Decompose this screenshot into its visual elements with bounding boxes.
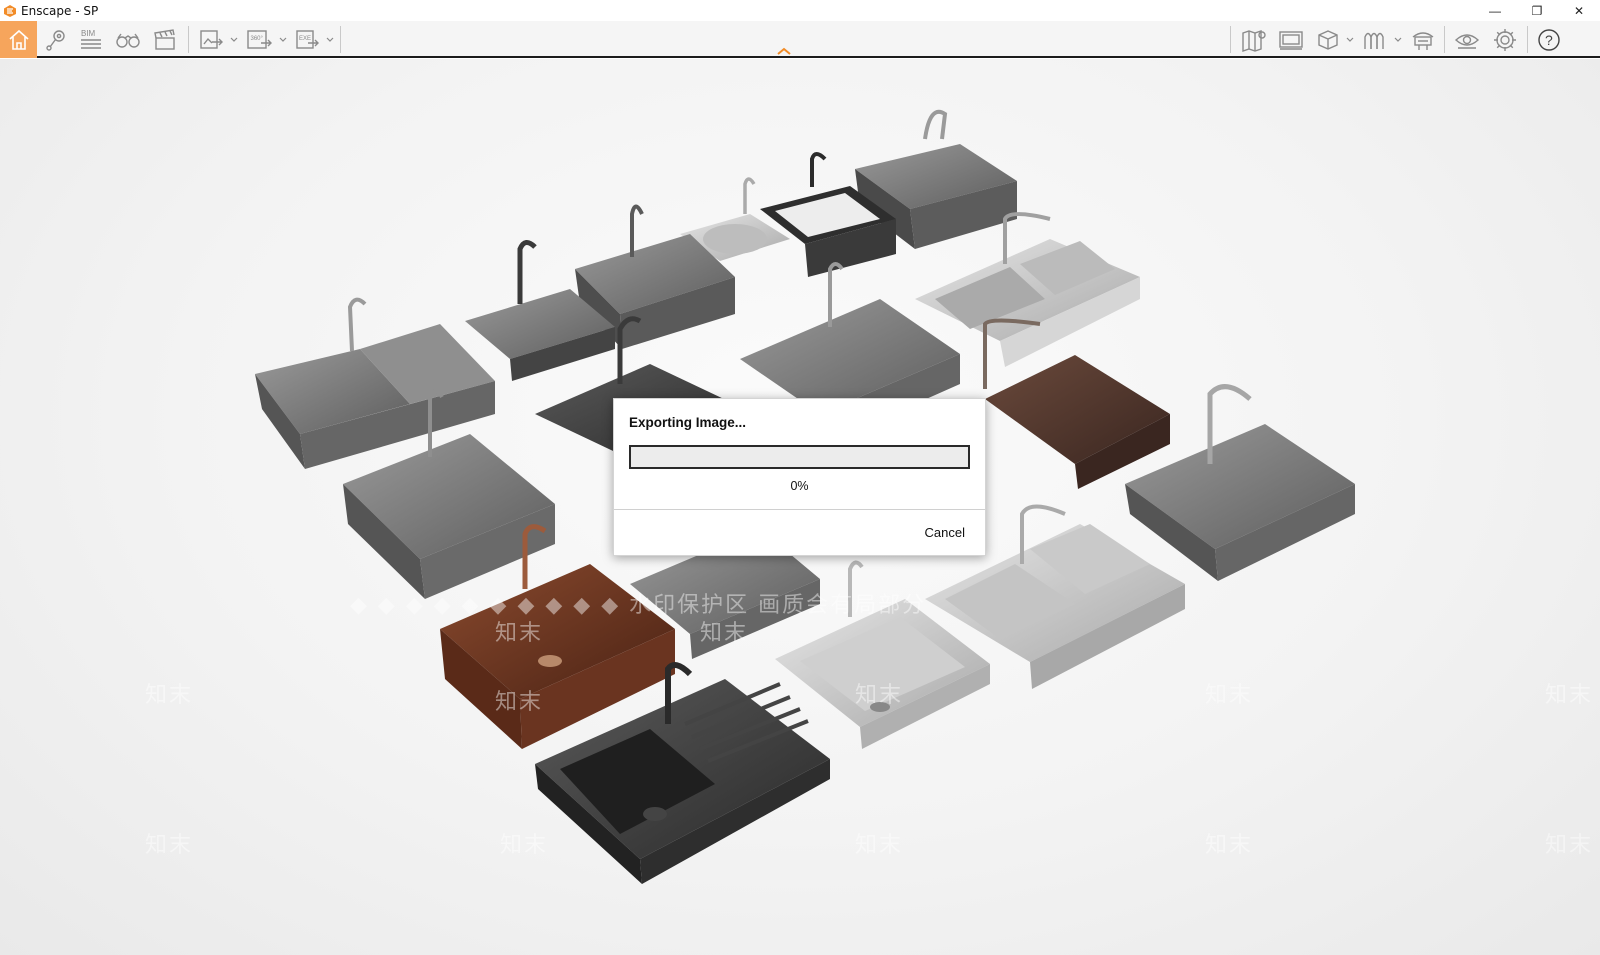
export-progress-bar [629,445,970,469]
export-exe-dropdown[interactable] [325,21,335,58]
watermark-tile: 知末 [1545,833,1594,858]
render-image-dropdown[interactable] [229,21,239,58]
sink-back-5 [465,240,615,381]
export-image-icon [200,29,223,49]
dialog-divider [614,509,985,510]
map-icon [1242,29,1266,52]
exe-label: EXE [299,36,311,42]
enscape-logo-icon [4,4,16,17]
watermark-tile: 知末 [1205,683,1254,708]
atmosphere-button[interactable] [1407,21,1439,58]
window-controls: — ❐ ✕ [1474,0,1600,21]
watermark-tile: 知末 [495,621,544,646]
dialog-title: Exporting Image... [629,415,747,430]
chevron-down-icon [230,37,238,42]
walk-mode-button[interactable] [113,21,143,58]
restore-button[interactable]: ❐ [1516,0,1558,21]
atmosphere-icon [1412,31,1434,50]
gear-icon [1494,28,1516,51]
arches-icon [1364,32,1384,49]
material-editor-button[interactable] [1360,21,1390,58]
help-label: ? [1545,32,1553,48]
home-icon [8,29,29,50]
home-button[interactable] [0,21,37,58]
window-title: Enscape - SP [21,3,99,18]
binoculars-icon [116,33,140,48]
watermark-tile: 知末 [855,833,904,858]
help-button[interactable]: ? [1533,21,1565,58]
watermark-tile: 知末 [700,621,749,646]
general-settings-button[interactable] [1489,21,1521,58]
render-image-button[interactable] [196,21,226,58]
asset-library-button[interactable] [1313,21,1343,58]
title-bar: Enscape - SP — ❐ ✕ [0,0,1600,21]
watermark-tile: 知末 [855,683,904,708]
export-exe-button[interactable]: EXE [292,21,322,58]
chevron-down-icon [279,37,287,42]
asset-library-dropdown[interactable] [1345,21,1355,58]
chevron-down-icon [1394,37,1402,42]
bim-label: BIM [81,29,96,38]
bim-button[interactable]: BIM [76,21,106,58]
material-editor-dropdown[interactable] [1393,21,1403,58]
chevron-down-icon [1346,37,1354,42]
watermark-tile: 知末 [1205,833,1254,858]
visual-settings-button[interactable] [1451,21,1483,58]
minimize-button[interactable]: — [1474,0,1516,21]
cancel-button[interactable]: Cancel [925,525,965,540]
location-pin-icon [46,29,65,51]
help-icon: ? [1538,28,1560,51]
panorama-icon: 360° [247,29,272,49]
views-button[interactable] [40,21,72,58]
batch-render-button[interactable] [1275,21,1307,58]
collapse-toolbar-toggle[interactable] [776,43,792,55]
chevron-up-icon [777,47,791,55]
cube-icon [1318,29,1338,50]
eye-icon [1454,33,1480,49]
watermark-tile: 知末 [1545,683,1594,708]
close-button[interactable]: ✕ [1558,0,1600,21]
clapperboard-icon [154,28,175,50]
watermark-tile: 知末 [145,833,194,858]
main-toolbar: BIM 360° EXE ? [0,21,1600,58]
map-button[interactable] [1238,21,1270,58]
render-panorama-dropdown[interactable] [278,21,288,58]
panorama-label: 360° [251,36,264,42]
watermark-banner: ◆ ◆ ◆ ◆ ◆ ◆ ◆ ◆ ◆ ◆ 水印保护区 画质会有局部分 [350,593,927,618]
watermark-tile: 知末 [500,833,549,858]
bim-icon: BIM [81,29,101,49]
chevron-down-icon [326,37,334,42]
video-editor-button[interactable] [150,21,180,58]
progress-percent: 0% [790,479,809,493]
batch-render-icon [1279,30,1303,50]
watermark-tile: 知末 [145,683,194,708]
export-progress-dialog: Exporting Image... 0% Cancel [613,398,986,556]
render-panorama-button[interactable]: 360° [243,21,275,58]
exe-export-icon: EXE [296,29,319,49]
watermark-tile: 知末 [495,690,544,715]
